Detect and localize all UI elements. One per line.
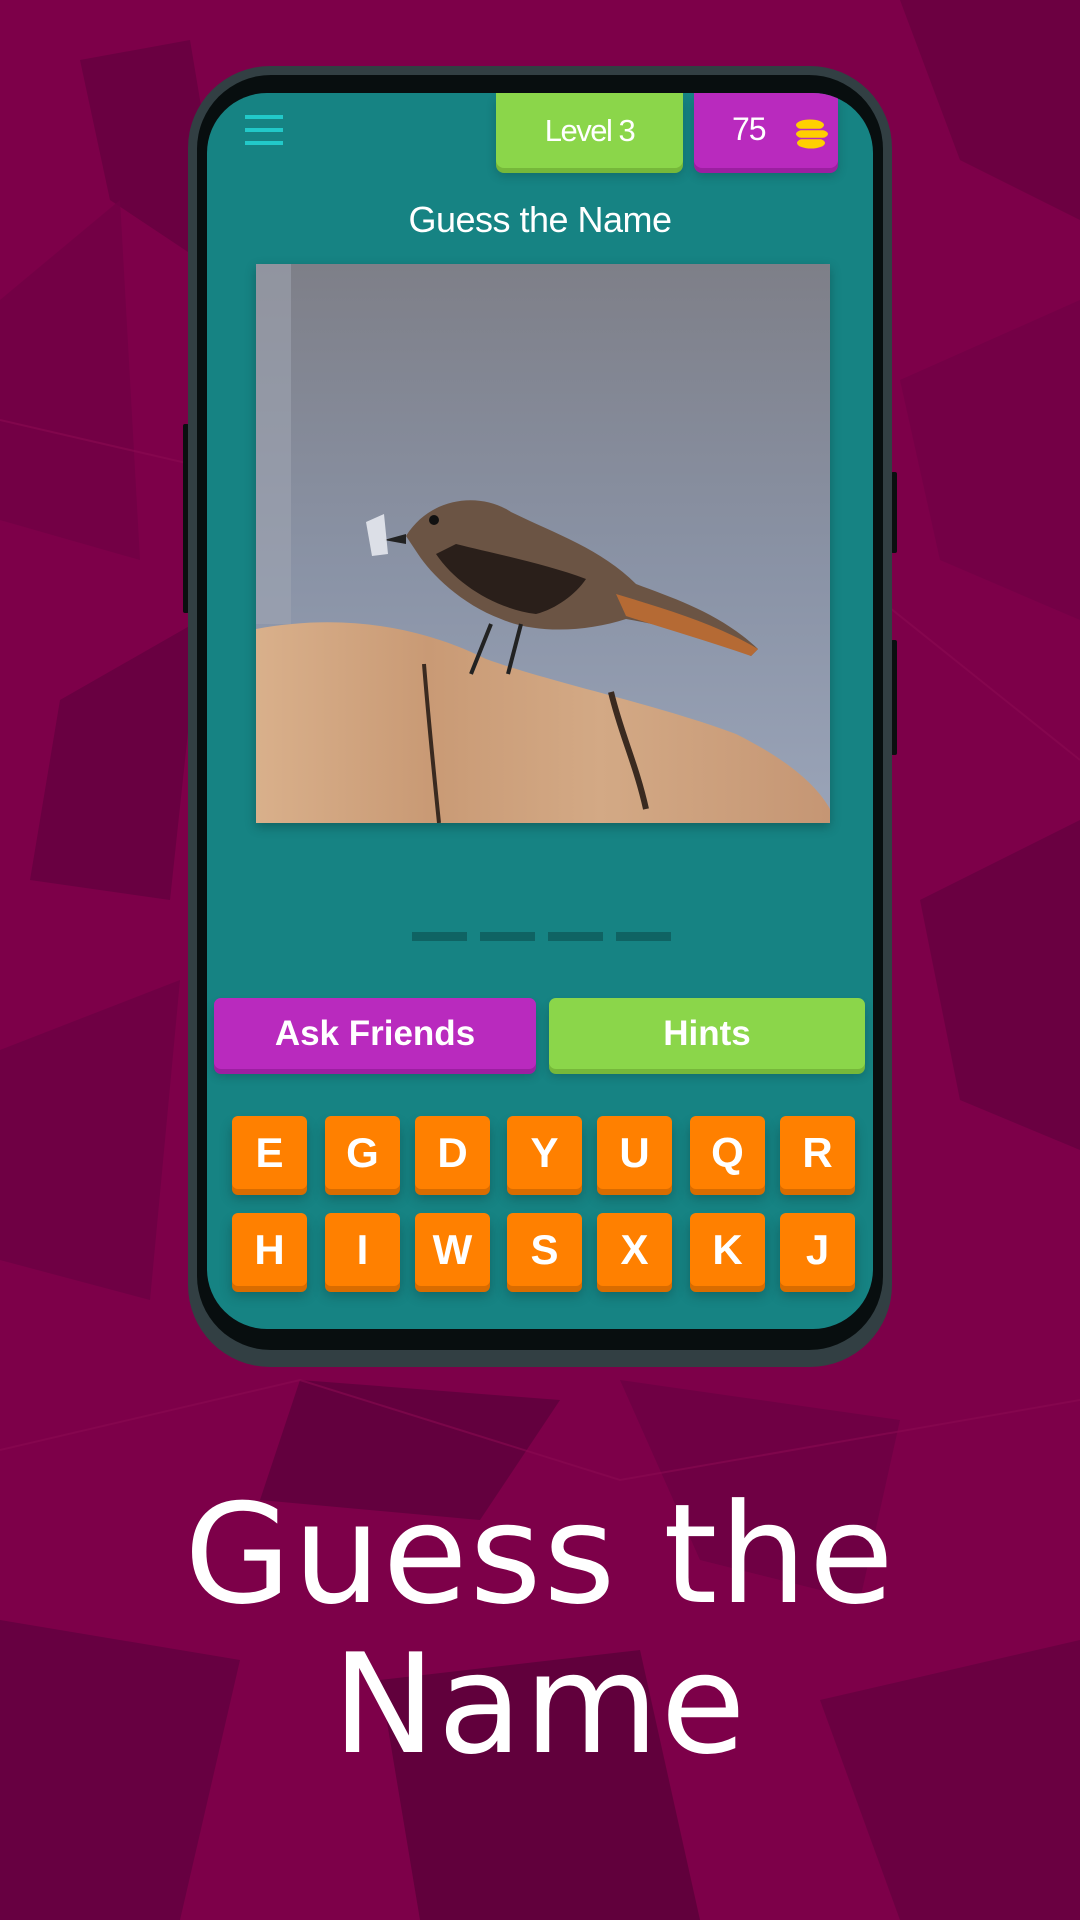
level-badge: Level 3	[496, 93, 683, 168]
letter-tile[interactable]: J	[780, 1213, 855, 1286]
letter-tile[interactable]: S	[507, 1213, 582, 1286]
screen-title: Guess the Name	[408, 199, 672, 240]
letter-tile[interactable]: G	[325, 1116, 400, 1189]
level-label: Level 3	[544, 112, 636, 148]
answer-slots	[412, 932, 671, 941]
bird-photo	[256, 264, 830, 823]
letter-tile[interactable]: I	[325, 1213, 400, 1286]
coins-badge[interactable]: 75	[694, 93, 838, 168]
answer-slot[interactable]	[480, 932, 535, 941]
hints-button[interactable]: Hints	[549, 998, 865, 1069]
coin-count: 75	[732, 111, 767, 147]
game-screen: Level 3 75 Guess the Name Ask Friends Hi…	[207, 93, 873, 1329]
letter-tile[interactable]: W	[415, 1213, 490, 1286]
letter-tile[interactable]: U	[597, 1116, 672, 1189]
coin-stack-icon	[796, 119, 828, 149]
ask-friends-button[interactable]: Ask Friends	[214, 998, 536, 1069]
letter-tile[interactable]: K	[690, 1213, 765, 1286]
letter-tile[interactable]: X	[597, 1213, 672, 1286]
letter-tile[interactable]: E	[232, 1116, 307, 1189]
answer-slot[interactable]	[412, 932, 467, 941]
hamburger-menu-icon[interactable]	[245, 115, 283, 147]
letter-tile[interactable]: R	[780, 1116, 855, 1189]
letter-tile[interactable]: H	[232, 1213, 307, 1286]
letter-tile[interactable]: D	[415, 1116, 490, 1189]
answer-slot[interactable]	[548, 932, 603, 941]
letter-tile[interactable]: Y	[507, 1116, 582, 1189]
answer-slot[interactable]	[616, 932, 671, 941]
letter-tile[interactable]: Q	[690, 1116, 765, 1189]
promo-title: Guess the Name	[184, 1474, 896, 1785]
puzzle-image	[256, 264, 830, 823]
